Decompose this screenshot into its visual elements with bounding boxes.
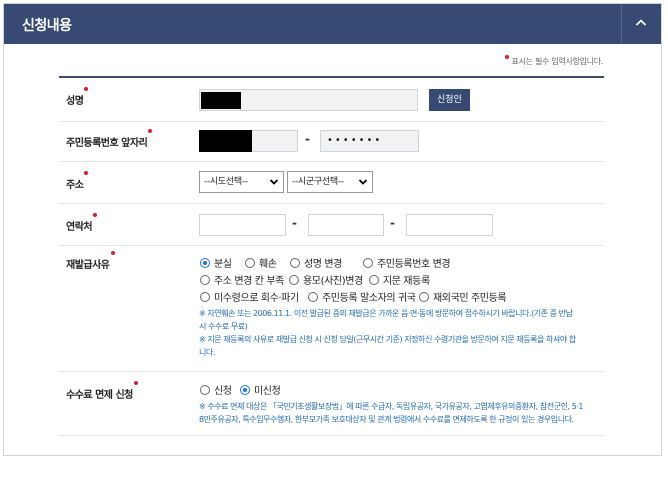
fee-label: 수수료 면제 신청 bbox=[66, 381, 138, 401]
reason-uncollected-radio[interactable]: 미수령으로 회수·파기 bbox=[200, 289, 299, 304]
contact-middle-input[interactable] bbox=[308, 214, 384, 236]
sido-select[interactable]: --시도선택-- bbox=[199, 171, 284, 193]
address-row: 주소 --시도선택-- --시군구선택-- bbox=[59, 162, 604, 204]
required-dot-icon bbox=[504, 55, 509, 59]
reissue-reason-row: 재발급사유 분실 훼손 성명 변경 주민등록번호 변경 주소 변경 칸 부족 용… bbox=[59, 246, 604, 372]
radio-icon bbox=[200, 275, 210, 285]
panel-header: 신청내용 bbox=[4, 4, 661, 44]
fee-apply-radio[interactable]: 신청 bbox=[200, 382, 232, 397]
contact-dash-1: - bbox=[292, 216, 297, 230]
radio-checked-icon bbox=[240, 385, 250, 395]
name-row: 성명 신청인 bbox=[59, 78, 604, 122]
radio-checked-icon bbox=[200, 258, 210, 268]
sido-select-value: --시도선택-- bbox=[204, 177, 248, 187]
required-note-text: 표시는 필수 입력사항입니다. bbox=[511, 57, 604, 66]
rrn-back-input[interactable]: ••••••• bbox=[320, 130, 419, 152]
reason-photo-change-radio[interactable]: 용모(사진)변경 bbox=[289, 272, 363, 287]
fee-exemption-row: 수수료 면제 신청 신청 미신청 ※ 수수료 면제 대상은 「국민기초생활보장법… bbox=[59, 372, 604, 436]
application-form: 성명 신청인 주민등록번호 앞자리 - ••••••• 주소 --시도선택-- … bbox=[59, 76, 604, 436]
rrn-label: 주민등록번호 앞자리 bbox=[66, 129, 153, 149]
reason-fingerprint-radio[interactable]: 지문 재등록 bbox=[369, 272, 430, 287]
radio-icon bbox=[290, 258, 300, 268]
required-dot-icon bbox=[133, 381, 138, 385]
reissue-label: 재발급사유 bbox=[66, 251, 115, 271]
fee-notes: ※ 수수료 면제 대상은 「국민기초생활보장법」에 따른 수급자, 독립유공자,… bbox=[199, 400, 604, 426]
chevron-down-icon bbox=[269, 179, 279, 185]
fee-note-line: ※ 수수료 면제 대상은 「국민기초생활보장법」에 따른 수급자, 독립유공자,… bbox=[199, 402, 584, 411]
required-dot-icon bbox=[93, 213, 98, 217]
radio-icon bbox=[289, 275, 299, 285]
sigungu-select-value: --시군구선택-- bbox=[292, 177, 344, 187]
required-note: 표시는 필수 입력사항입니다. bbox=[504, 55, 604, 67]
contact-first-input[interactable] bbox=[199, 214, 286, 236]
fee-note-line: 8민주유공자, 특수임무수행자, 한부모가족 보호대상자 및 관계 법령에서 수… bbox=[199, 415, 574, 424]
required-dot-icon bbox=[110, 251, 115, 255]
contact-last-input[interactable] bbox=[406, 214, 493, 236]
application-panel: 신청내용 표시는 필수 입력사항입니다. 성명 신청인 주민등록번호 앞자리 -… bbox=[3, 3, 662, 456]
reissue-note-line: ※ 자연훼손 또는 2006.11.1. 이전 발급된 증의 재발급은 가까운 … bbox=[199, 309, 573, 318]
reissue-note-line: 시 수수료 무료) bbox=[199, 322, 248, 331]
required-dot-icon bbox=[84, 171, 89, 175]
address-label: 주소 bbox=[66, 171, 89, 191]
chevron-down-icon bbox=[358, 179, 368, 185]
redacted-rrn bbox=[199, 130, 252, 152]
reason-return-radio[interactable]: 주민등록 말소자의 귀국 bbox=[308, 289, 416, 304]
reissue-note-line: ※ 지문 재등록의 사유로 재발급 신청 시 신청 당일(근무시간 기준) 지정… bbox=[199, 335, 576, 344]
chevron-up-icon bbox=[635, 19, 647, 26]
name-label: 성명 bbox=[66, 87, 89, 107]
collapse-panel-button[interactable] bbox=[621, 4, 661, 44]
contact-label: 연락처 bbox=[66, 213, 98, 233]
radio-icon bbox=[308, 292, 318, 302]
reason-rrn-change-radio[interactable]: 주민등록번호 변경 bbox=[363, 255, 451, 270]
reason-address-full-radio[interactable]: 주소 변경 칸 부족 bbox=[200, 272, 284, 287]
reissue-note-line: 니다. bbox=[199, 348, 215, 357]
fee-not-apply-radio[interactable]: 미신청 bbox=[240, 382, 281, 397]
reason-name-change-radio[interactable]: 성명 변경 bbox=[290, 255, 342, 270]
applicant-button[interactable]: 신청인 bbox=[429, 89, 470, 111]
panel-title: 신청내용 bbox=[22, 18, 72, 34]
contact-dash-2: - bbox=[390, 216, 395, 230]
reissue-notes: ※ 자연훼손 또는 2006.11.1. 이전 발급된 증의 재발급은 가까운 … bbox=[199, 307, 604, 359]
required-dot-icon bbox=[84, 87, 89, 91]
rrn-dash: - bbox=[305, 132, 310, 146]
required-dot-icon bbox=[148, 129, 153, 133]
rrn-row: 주민등록번호 앞자리 - ••••••• bbox=[59, 122, 604, 162]
sigungu-select[interactable]: --시군구선택-- bbox=[287, 171, 373, 193]
radio-icon bbox=[369, 275, 379, 285]
radio-icon bbox=[200, 385, 210, 395]
reason-loss-radio[interactable]: 분실 bbox=[200, 255, 232, 270]
radio-icon bbox=[245, 258, 255, 268]
reason-damage-radio[interactable]: 훼손 bbox=[245, 255, 277, 270]
contact-row: 연락처 - - bbox=[59, 204, 604, 246]
radio-icon bbox=[419, 292, 429, 302]
reason-overseas-radio[interactable]: 재외국민 주민등록 bbox=[419, 289, 507, 304]
radio-icon bbox=[363, 258, 373, 268]
radio-icon bbox=[200, 292, 210, 302]
redacted-name bbox=[201, 92, 241, 109]
